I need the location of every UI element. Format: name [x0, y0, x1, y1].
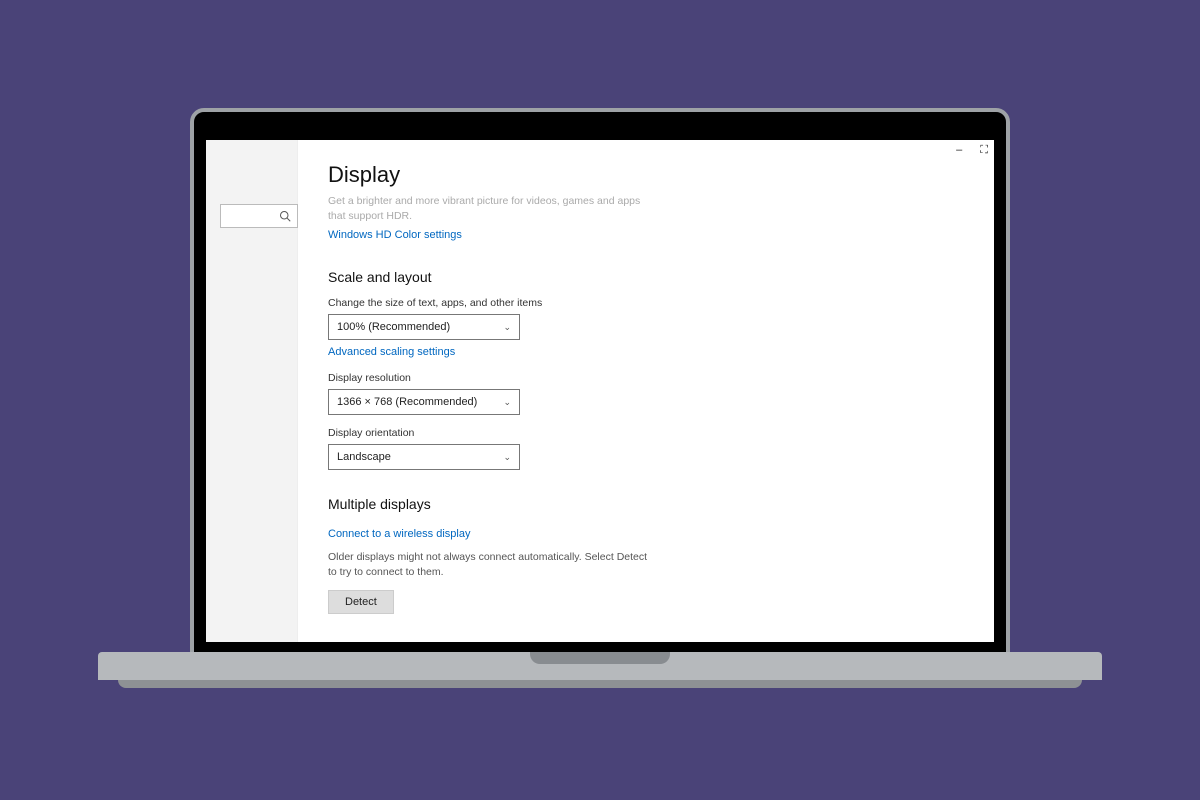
maximize-button[interactable]: ⛶ [980, 144, 988, 157]
chevron-down-icon: ⌄ [503, 452, 511, 463]
wireless-display-link[interactable]: Connect to a wireless display [328, 528, 470, 540]
hdr-description: Get a brighter and more vibrant picture … [328, 194, 648, 223]
laptop-mockup: – ⛶ Display Get a brighter and more vibr… [190, 108, 1010, 660]
search-icon [279, 210, 291, 222]
scale-heading: Scale and layout [328, 269, 964, 285]
laptop-hinge [98, 652, 1102, 680]
orientation-label: Display orientation [328, 427, 964, 439]
resolution-value: 1366 × 768 (Recommended) [337, 396, 477, 408]
resolution-dropdown[interactable]: 1366 × 768 (Recommended) ⌄ [328, 389, 520, 415]
multiple-displays-heading: Multiple displays [328, 496, 964, 512]
settings-window: – ⛶ Display Get a brighter and more vibr… [206, 140, 994, 642]
laptop-notch [530, 652, 670, 664]
detect-description: Older displays might not always connect … [328, 550, 648, 579]
page-title: Display [328, 162, 964, 188]
resolution-label: Display resolution [328, 372, 964, 384]
search-input[interactable] [220, 204, 298, 228]
settings-sidebar [206, 140, 298, 642]
settings-content: Display Get a brighter and more vibrant … [298, 140, 994, 642]
orientation-dropdown[interactable]: Landscape ⌄ [328, 444, 520, 470]
text-size-dropdown[interactable]: 100% (Recommended) ⌄ [328, 314, 520, 340]
laptop-base [98, 652, 1102, 696]
chevron-down-icon: ⌄ [503, 397, 511, 408]
laptop-foot [118, 680, 1082, 688]
detect-button[interactable]: Detect [328, 590, 394, 614]
text-size-label: Change the size of text, apps, and other… [328, 297, 964, 309]
chevron-down-icon: ⌄ [503, 322, 511, 333]
orientation-value: Landscape [337, 451, 391, 463]
text-size-value: 100% (Recommended) [337, 321, 450, 333]
advanced-scaling-link[interactable]: Advanced scaling settings [328, 346, 455, 358]
hdr-settings-link[interactable]: Windows HD Color settings [328, 229, 462, 241]
minimize-button[interactable]: – [956, 144, 962, 156]
window-titlebar: – ⛶ [956, 140, 994, 160]
screen-bezel: – ⛶ Display Get a brighter and more vibr… [190, 108, 1010, 660]
